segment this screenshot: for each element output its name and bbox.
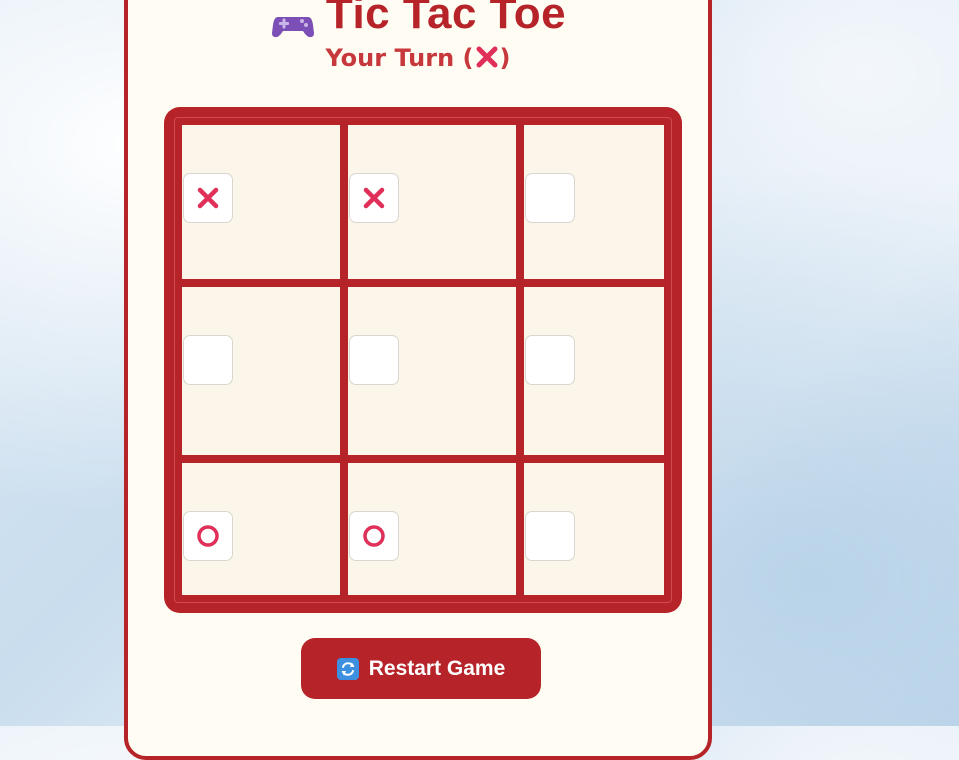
- cell-tile-0-1[interactable]: [349, 173, 399, 223]
- cell-tile-2-1[interactable]: [349, 511, 399, 561]
- cell-tile-2-0[interactable]: [183, 511, 233, 561]
- board-cell-2-2[interactable]: [524, 463, 664, 595]
- board-cell-2-0[interactable]: [182, 463, 340, 595]
- o-mark-icon: [363, 525, 385, 547]
- board-cell-1-1[interactable]: [348, 287, 516, 455]
- cell-tile-2-2[interactable]: [525, 511, 575, 561]
- turn-indicator: Your Turn ( ): [128, 44, 708, 72]
- cell-tile-0-0[interactable]: [183, 173, 233, 223]
- cell-tile-1-0[interactable]: [183, 335, 233, 385]
- board-cell-0-1[interactable]: [348, 125, 516, 279]
- cell-tile-1-1[interactable]: [349, 335, 399, 385]
- turn-label-close: ): [499, 44, 511, 72]
- title-text: Tic Tac Toe: [325, 0, 567, 38]
- o-mark-icon: [197, 525, 219, 547]
- x-mark-icon: [363, 187, 385, 209]
- cell-tile-0-2[interactable]: [525, 173, 575, 223]
- board-cell-2-1[interactable]: [348, 463, 516, 595]
- board-cell-0-0[interactable]: [182, 125, 340, 279]
- x-mark-icon: [197, 187, 219, 209]
- game-title: Tic Tac Toe: [128, 0, 708, 39]
- game-board: [164, 107, 682, 613]
- restart-label: Restart Game: [368, 656, 506, 680]
- board-cell-1-2[interactable]: [524, 287, 664, 455]
- refresh-icon: [336, 657, 359, 680]
- board-cell-0-2[interactable]: [524, 125, 664, 279]
- restart-game-button[interactable]: Restart Game: [301, 638, 541, 699]
- game-controller-icon: [270, 0, 316, 38]
- x-mark-icon: [474, 44, 500, 70]
- board-cell-1-0[interactable]: [182, 287, 340, 455]
- cell-tile-1-2[interactable]: [525, 335, 575, 385]
- game-card: Tic Tac Toe Your Turn ( ) Restart Game: [124, 0, 712, 760]
- turn-label: Your Turn (: [325, 44, 474, 72]
